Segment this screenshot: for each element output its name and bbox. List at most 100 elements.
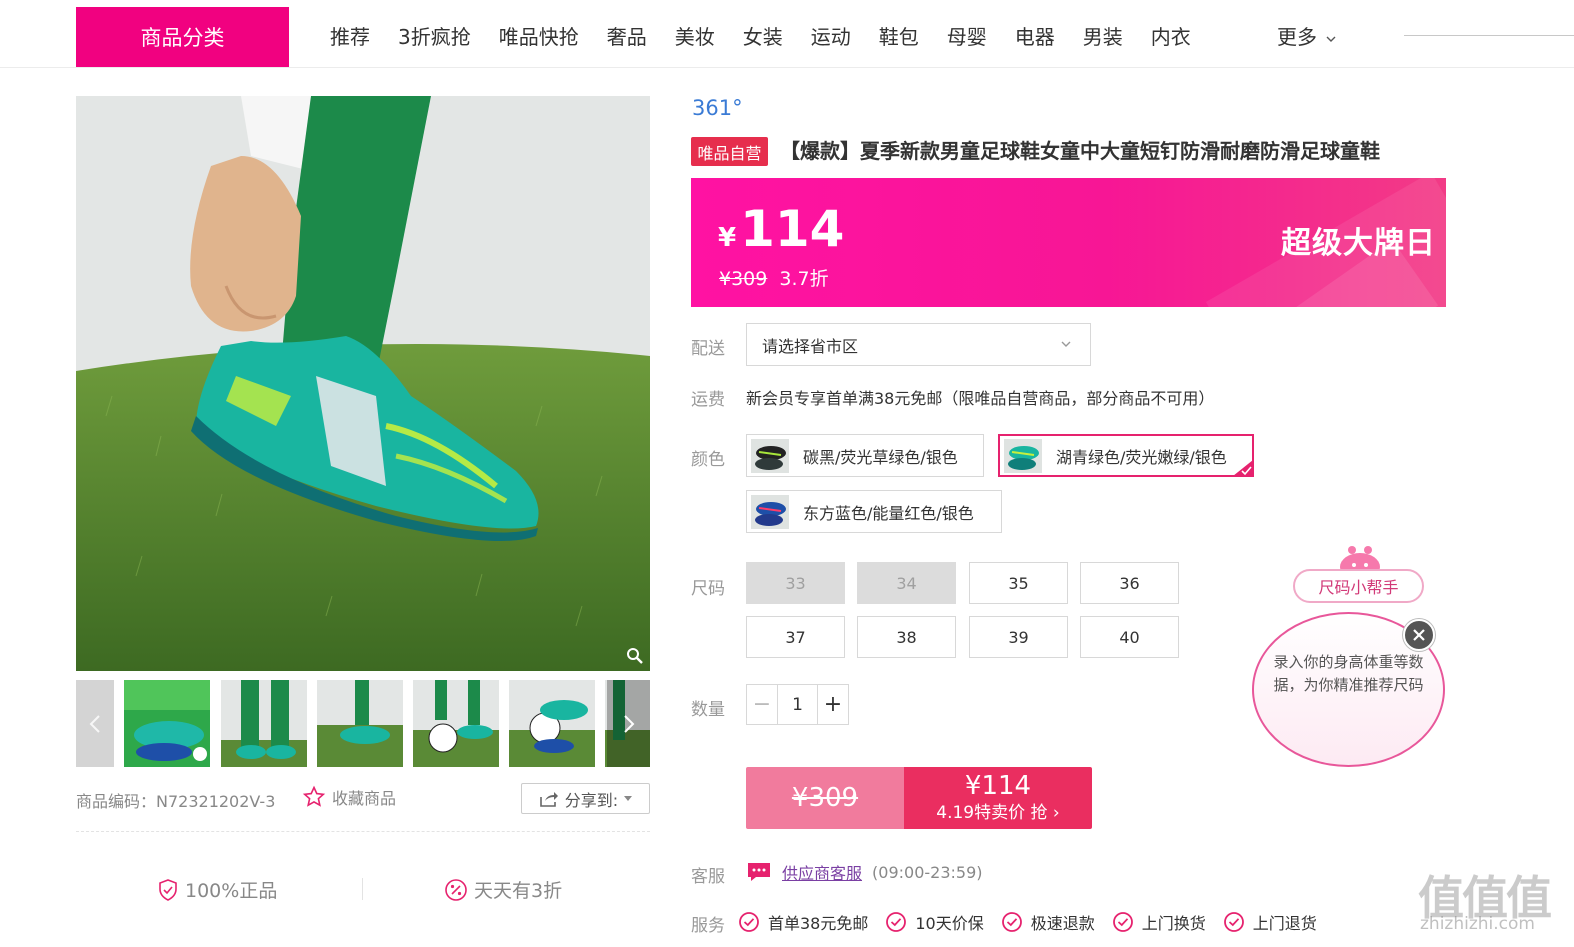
brand-link[interactable]: 361° [692, 96, 743, 120]
guarantee-daily-sale-label: 天天有3折 [474, 880, 563, 902]
nav-item-beauty[interactable]: 美妆 [675, 20, 715, 54]
size-option-37[interactable]: 37 [746, 616, 845, 658]
currency-symbol: ¥ [718, 223, 737, 253]
current-price-value: 114 [740, 200, 845, 258]
service-item: 上门退货 [1223, 910, 1317, 934]
thumbnail-prev-button[interactable] [76, 680, 114, 767]
region-select[interactable]: 请选择省市区 [746, 323, 1091, 366]
size-option-39[interactable]: 39 [969, 616, 1068, 658]
nav-item-baby[interactable]: 母婴 [947, 20, 987, 54]
color-option-3[interactable]: 东方蓝色/能量红色/银色 [746, 490, 1002, 533]
quantity-decrease-button[interactable]: − [747, 685, 778, 724]
guarantee-daily-sale: 天天有3折 [444, 876, 562, 903]
nav-item-shoes-bags[interactable]: 鞋包 [879, 20, 919, 54]
favorite-button[interactable]: 收藏商品 [302, 785, 396, 809]
thumbnail-1[interactable] [124, 680, 210, 767]
color-option-2[interactable]: 湖青绿色/荧光嫩绿/银色 [998, 434, 1254, 477]
percent-badge-icon [445, 878, 467, 901]
supplier-service-link[interactable]: 供应商客服 [782, 860, 862, 884]
thumbnail-3[interactable] [317, 680, 403, 767]
services-label: 服务 [691, 916, 725, 936]
nav-item-women[interactable]: 女装 [743, 20, 783, 54]
shipping-text: 新会员专享首单满38元免邮（限唯品自营商品，部分商品不可用） [746, 389, 1215, 408]
color-option-label: 碳黑/荧光草绿色/银色 [803, 447, 958, 467]
thumbnail-image [317, 680, 403, 767]
nav-item-recommend[interactable]: 推荐 [330, 20, 370, 54]
service-hours: (09:00-23:59) [872, 862, 983, 882]
check-circle-icon [1001, 912, 1022, 932]
quantity-stepper: − 1 + [746, 684, 849, 725]
size-helper-close-button[interactable] [1403, 619, 1435, 651]
category-menu-button[interactable]: 商品分类 [76, 7, 289, 67]
service-item: 首单38元免邮 [738, 910, 868, 934]
check-circle-icon [886, 912, 907, 932]
nav-more-dropdown[interactable]: 更多 [1277, 20, 1336, 54]
color-option-label: 东方蓝色/能量红色/银色 [803, 503, 974, 523]
size-option-40[interactable]: 40 [1080, 616, 1179, 658]
nav-item-men[interactable]: 男装 [1083, 20, 1123, 54]
thumbnail-image [413, 680, 499, 767]
top-nav: 商品分类 推荐 3折疯抢 唯品快抢 奢品 美妆 女装 运动 鞋包 母婴 电器 男… [0, 0, 1574, 68]
close-icon [1413, 629, 1425, 641]
chevron-right-icon [623, 714, 634, 733]
service-item-label: 上门换货 [1141, 914, 1206, 933]
nav-items: 推荐 3折疯抢 唯品快抢 奢品 美妆 女装 运动 鞋包 母婴 电器 男装 内衣 [330, 20, 1219, 54]
customer-service-row: 供应商客服 (09:00-23:59) [746, 860, 983, 884]
thumbnail-image [221, 680, 307, 767]
favorite-label: 收藏商品 [332, 789, 397, 808]
service-item-label: 上门退货 [1252, 914, 1317, 933]
service-item-label: 极速退款 [1030, 914, 1095, 933]
services-row: 首单38元免邮 10天价保 极速退款 上门换货 上门退货 [738, 910, 1334, 934]
share-dropdown[interactable]: 分享到: [521, 783, 650, 814]
thumbnail-5[interactable] [509, 680, 595, 767]
product-main-image[interactable] [76, 96, 650, 671]
share-icon [539, 791, 558, 807]
caret-down-icon [624, 795, 633, 801]
size-option-35[interactable]: 35 [969, 562, 1068, 604]
nav-item-sports[interactable]: 运动 [811, 20, 851, 54]
buy-sale-price: ¥114 [964, 771, 1032, 801]
size-option-38[interactable]: 38 [857, 616, 956, 658]
zoom-icon[interactable] [626, 647, 644, 665]
event-label: 超级大牌日 [1281, 226, 1436, 261]
share-label: 分享到: [564, 790, 619, 810]
star-icon [302, 785, 326, 807]
delivery-label: 配送 [691, 339, 725, 359]
original-price-row: ¥309 3.7折 [719, 264, 829, 291]
color-swatch-image [751, 494, 789, 529]
nav-item-30-off[interactable]: 3折疯抢 [398, 20, 471, 54]
selected-check-icon [1233, 460, 1253, 476]
guarantee-authentic-label: 100%正品 [185, 880, 278, 902]
color-option-label: 湖青绿色/荧光嫩绿/银色 [1056, 447, 1227, 467]
size-helper-button[interactable]: 尺码小帮手 [1293, 569, 1424, 603]
shield-check-icon [159, 878, 177, 901]
original-price: ¥309 [719, 268, 768, 290]
thumbnail-image [509, 680, 595, 767]
thumbnail-image [124, 680, 210, 767]
shipping-label: 运费 [691, 390, 725, 410]
check-circle-icon [739, 912, 759, 932]
buy-original-price: ¥309 [746, 767, 904, 829]
chevron-left-icon [89, 714, 100, 733]
color-label: 颜色 [691, 450, 725, 470]
thumbnail-2[interactable] [221, 680, 307, 767]
guarantee-authentic: 100%正品 [157, 876, 277, 903]
nav-item-underwear[interactable]: 内衣 [1151, 20, 1191, 54]
color-option-1[interactable]: 碳黑/荧光草绿色/银色 [746, 434, 984, 477]
thumbnail-next-button[interactable] [607, 680, 650, 767]
thumbnail-strip [76, 680, 650, 767]
chevron-down-icon [1326, 36, 1336, 42]
quantity-increase-button[interactable]: + [817, 685, 848, 724]
nav-item-luxury[interactable]: 奢品 [607, 20, 647, 54]
thumbnail-4[interactable] [413, 680, 499, 767]
nav-item-appliances[interactable]: 电器 [1015, 20, 1055, 54]
size-option-36[interactable]: 36 [1080, 562, 1179, 604]
guarantee-separator [362, 878, 363, 900]
check-circle-icon [1223, 912, 1244, 932]
discount-label: 3.7折 [779, 268, 829, 290]
nav-item-flash-sale[interactable]: 唯品快抢 [499, 20, 579, 54]
product-title: 【爆款】夏季新款男童足球鞋女童中大童短钉防滑耐磨防滑足球童鞋 [780, 139, 1380, 163]
buy-button[interactable]: ¥309 ¥114 4.19特卖价 抢 › [746, 767, 1092, 829]
quantity-input[interactable]: 1 [778, 685, 817, 724]
check-circle-icon [1112, 912, 1133, 932]
